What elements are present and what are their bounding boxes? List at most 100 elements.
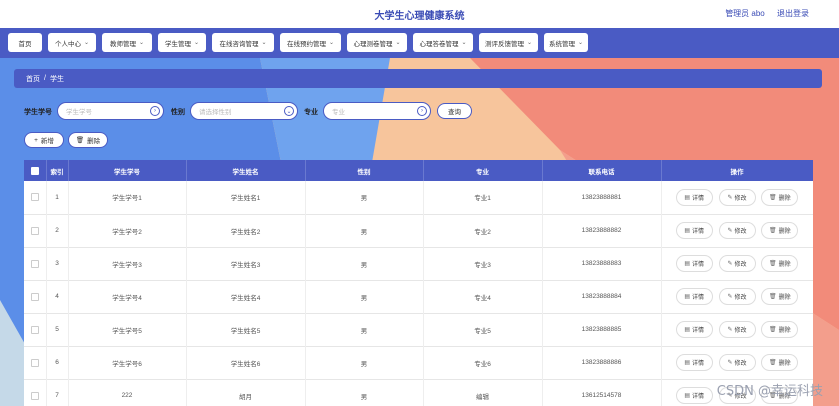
table-row: 4 学生学号4 学生姓名4 男专业4 13823888884 ▤ 详情 ✎ 修改 🗑 删除 xyxy=(24,280,813,313)
chevron-down-icon: ⌄ xyxy=(526,40,533,46)
breadcrumb-current: 学生 xyxy=(49,75,64,83)
select-all-cell[interactable] xyxy=(24,160,47,181)
chevron-down-icon: ⌄ xyxy=(261,40,267,46)
student-id-label: 学生学号 xyxy=(24,109,52,116)
user-label: 管理员 abo xyxy=(725,9,765,18)
nav-item-student-mgmt[interactable]: 学生管理 ⌄ xyxy=(158,33,206,52)
edit-button[interactable]: ✎ 修改 xyxy=(718,288,756,305)
add-button[interactable]: + 新增 xyxy=(24,132,64,148)
breadcrumb-home[interactable]: 首页 xyxy=(26,74,40,84)
student-id-input[interactable]: 学生学号 › xyxy=(57,102,164,120)
edit-label: 修改 xyxy=(734,361,747,367)
detail-label: 详情 xyxy=(692,328,705,334)
detail-button[interactable]: ▤ 详情 xyxy=(675,222,713,239)
cell-gender: 男 xyxy=(305,280,424,313)
cell-operations: ▤ 详情 ✎ 修改 🗑 删除 xyxy=(661,346,813,379)
row-select-cell[interactable] xyxy=(24,247,47,280)
detail-button[interactable]: ▤ 详情 xyxy=(675,387,713,404)
pencil-icon: ✎ xyxy=(727,327,733,333)
delete-button[interactable]: 🗑 删除 xyxy=(761,188,799,206)
column-header: 性别 xyxy=(305,160,424,181)
chevron-down-icon: ⌄ xyxy=(395,40,401,46)
nav-item-system-mgmt[interactable]: 系统管理 ⌄ xyxy=(544,33,588,52)
detail-button[interactable]: ▤ 详情 xyxy=(675,354,713,371)
cell-gender: 男 xyxy=(305,181,424,214)
nav-item-label: 首页 xyxy=(18,40,32,48)
detail-button[interactable]: ▤ 详情 xyxy=(675,255,713,272)
nav-item-label: 个人中心 xyxy=(54,40,81,48)
cell-gender: 男 xyxy=(305,379,424,406)
detail-button[interactable]: ▤ 详情 xyxy=(675,188,713,206)
nav-item-teacher-mgmt[interactable]: 教师管理 ⌄ xyxy=(102,33,152,52)
cell-major: 专业1 xyxy=(423,181,543,214)
cell-index: 2 xyxy=(46,214,69,247)
nav-item-online-consult-mgmt[interactable]: 在线咨询管理 ⌄ xyxy=(212,33,274,52)
delete-button[interactable]: 🗑 删除 xyxy=(761,255,799,272)
delete-label: 删除 xyxy=(778,195,791,202)
cell-student-name: 学生姓名2 xyxy=(186,214,306,247)
edit-button[interactable]: ✎ 修改 xyxy=(718,188,756,206)
delete-button[interactable]: 🗑 删除 xyxy=(761,321,799,338)
chevron-down-icon: ⌄ xyxy=(328,40,335,46)
edit-button[interactable]: ✎ 修改 xyxy=(718,255,756,272)
pencil-icon: ✎ xyxy=(727,261,733,267)
trash-icon: 🗑 xyxy=(768,294,777,300)
row-select-cell[interactable] xyxy=(24,379,47,406)
chevron-right-icon: › xyxy=(150,106,160,116)
trash-icon: 🗑 xyxy=(768,261,777,267)
nav-item-personal-center[interactable]: 个人中心 ⌄ xyxy=(48,33,96,52)
cell-gender: 男 xyxy=(305,214,424,247)
delete-button[interactable]: 🗑 删除 xyxy=(761,354,799,371)
edit-button[interactable]: ✎ 修改 xyxy=(718,222,756,239)
nav-item-home[interactable]: 首页 xyxy=(8,33,42,52)
row-checkbox[interactable] xyxy=(30,325,39,334)
delete-button[interactable]: 🗑 删除 xyxy=(761,288,799,305)
cell-student-id: 学生学号2 xyxy=(68,214,187,247)
row-checkbox[interactable] xyxy=(30,226,39,235)
search-button[interactable]: 查询 xyxy=(437,103,472,119)
table-row: 6 学生学号6 学生姓名6 男专业6 13823888886 ▤ 详情 ✎ 修改 🗑 删除 xyxy=(24,346,813,379)
detail-label: 详情 xyxy=(692,361,705,367)
cell-index: 4 xyxy=(46,280,69,313)
logout-link[interactable]: 退出登录 xyxy=(777,9,809,18)
batch-delete-button[interactable]: 🗑 删除 xyxy=(68,132,108,148)
row-select-cell[interactable] xyxy=(24,313,47,346)
nav-item-feedback-mgmt[interactable]: 测评反馈管理 ⌄ xyxy=(479,33,538,52)
detail-button[interactable]: ▤ 详情 xyxy=(675,321,713,338)
nav-item-online-booking-mgmt[interactable]: 在线预约管理 ⌄ xyxy=(280,33,341,52)
row-checkbox[interactable] xyxy=(30,391,39,400)
nav-item-test-paper-mgmt[interactable]: 心理测卷管理 ⌄ xyxy=(347,33,407,52)
table-row: 5 学生学号5 学生姓名5 男专业5 13823888885 ▤ 详情 ✎ 修改 🗑 删除 xyxy=(24,313,813,346)
select-all-checkbox[interactable] xyxy=(30,166,39,175)
row-select-cell[interactable] xyxy=(24,280,47,313)
main-nav: 首页 个人中心 ⌄ 教师管理 ⌄ 学生管理 ⌄ 在线咨询管理 ⌄ 在线预约管理 ⌄ 心理测… xyxy=(0,28,839,58)
cell-phone: 13823888886 xyxy=(542,346,662,379)
trash-icon: 🗑 xyxy=(768,228,777,234)
row-select-cell[interactable] xyxy=(24,346,47,379)
cell-phone: 13823888884 xyxy=(542,280,662,313)
row-select-cell[interactable] xyxy=(24,181,47,214)
major-input[interactable]: 专业 › xyxy=(323,102,431,120)
row-checkbox[interactable] xyxy=(30,292,39,301)
row-checkbox[interactable] xyxy=(30,259,39,268)
document-icon: ▤ xyxy=(684,228,691,234)
edit-button[interactable]: ✎ 修改 xyxy=(718,354,756,371)
nav-item-answer-sheet-mgmt[interactable]: 心理答卷管理 ⌄ xyxy=(413,33,473,52)
cell-student-name: 学生姓名5 xyxy=(186,313,306,346)
edit-button[interactable]: ✎ 修改 xyxy=(718,321,756,338)
row-select-cell[interactable] xyxy=(24,214,47,247)
delete-label: 删除 xyxy=(778,262,791,268)
cell-phone: 13823888885 xyxy=(542,313,662,346)
detail-label: 详情 xyxy=(692,262,705,268)
detail-label: 详情 xyxy=(692,229,705,235)
cell-index: 3 xyxy=(46,247,69,280)
row-checkbox[interactable] xyxy=(30,193,39,202)
detail-button[interactable]: ▤ 详情 xyxy=(675,288,713,305)
row-checkbox[interactable] xyxy=(30,358,39,367)
delete-button[interactable]: 🗑 删除 xyxy=(761,222,799,239)
trash-icon: 🗑 xyxy=(768,360,777,366)
gender-select[interactable]: 请选择性别 ⌄ xyxy=(190,102,298,120)
column-header: 学生姓名 xyxy=(186,160,306,181)
table-row: 7 222 胡月男编辑 13612514578 ▤ 详情 ✎ 修改 🗑 删除 xyxy=(24,379,813,406)
nav-item-label: 教师管理 xyxy=(109,40,136,48)
